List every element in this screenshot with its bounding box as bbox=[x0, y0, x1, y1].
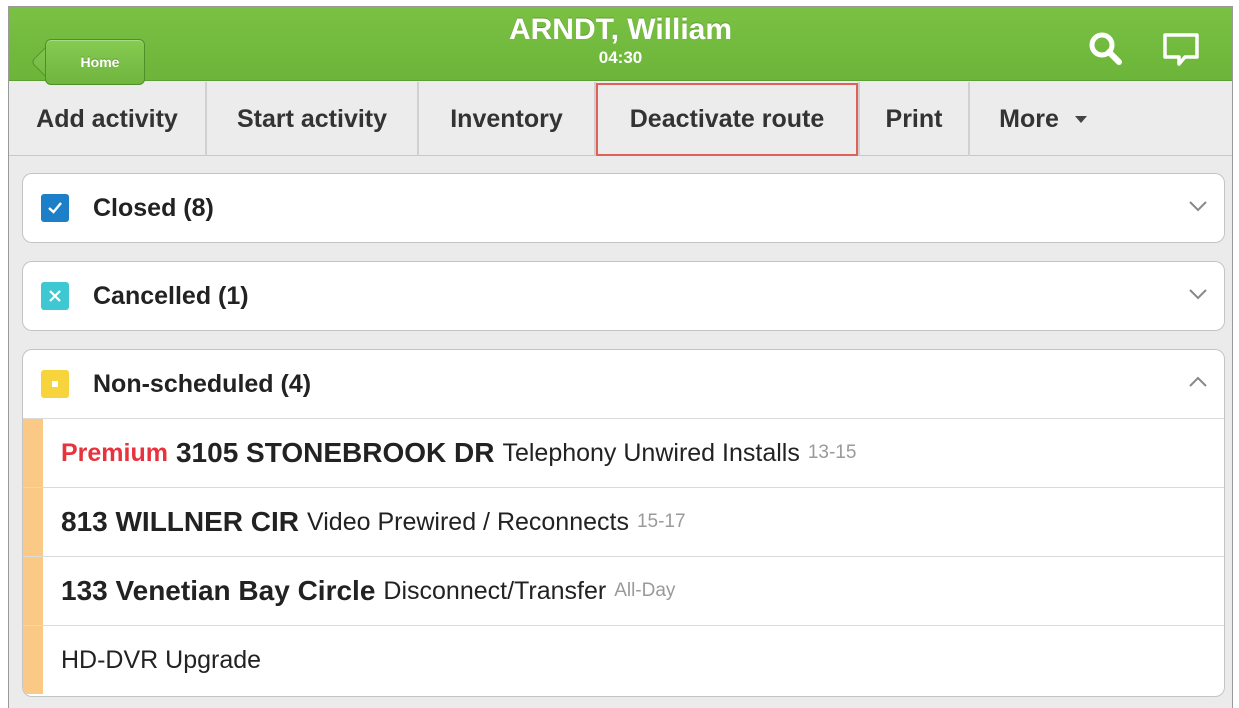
chevron-up-icon[interactable] bbox=[1188, 375, 1208, 389]
section-closed[interactable]: Closed (8) bbox=[22, 173, 1225, 243]
caret-down-icon bbox=[1074, 115, 1087, 123]
check-icon bbox=[41, 194, 69, 222]
section-title: Cancelled (1) bbox=[93, 281, 249, 310]
add-activity-label: Add activity bbox=[36, 104, 178, 133]
square-icon bbox=[41, 370, 69, 398]
page-title: ARNDT, William bbox=[508, 13, 733, 46]
activity-row[interactable]: Premium 3105 STONEBROOK DR Telephony Unw… bbox=[23, 418, 1224, 487]
section-title: Closed (8) bbox=[93, 193, 214, 222]
print-label: Print bbox=[885, 104, 943, 133]
print-button[interactable]: Print bbox=[860, 82, 970, 156]
deactivate-route-label: Deactivate route bbox=[629, 104, 825, 133]
add-activity-button[interactable]: Add activity bbox=[9, 82, 207, 156]
activity-row[interactable]: 813 WILLNER CIR Video Prewired / Reconne… bbox=[23, 487, 1224, 556]
home-button[interactable]: Home bbox=[45, 39, 145, 85]
section-title: Non-scheduled (4) bbox=[93, 369, 312, 398]
activity-address: 133 Venetian Bay Circle bbox=[61, 575, 376, 606]
time-window: 15-17 bbox=[636, 511, 686, 532]
section-header[interactable]: Cancelled (1) bbox=[23, 262, 1224, 330]
chevron-down-icon[interactable] bbox=[1188, 199, 1208, 213]
inventory-button[interactable]: Inventory bbox=[419, 82, 596, 156]
activity-row[interactable]: 133 Venetian Bay Circle Disconnect/Trans… bbox=[23, 556, 1224, 625]
start-activity-label: Start activity bbox=[236, 104, 388, 133]
app-frame: Home ARNDT, William 04:30 Add activity S… bbox=[8, 6, 1233, 708]
time-window: 13-15 bbox=[807, 442, 857, 463]
activity-type: HD-DVR Upgrade bbox=[61, 645, 262, 674]
deactivate-route-button[interactable]: Deactivate route bbox=[596, 82, 860, 156]
activity-address: 813 WILLNER CIR bbox=[61, 506, 300, 537]
action-toolbar: Add activity Start activity Inventory De… bbox=[9, 82, 1232, 156]
header-bar: Home ARNDT, William 04:30 bbox=[9, 7, 1232, 85]
activity-type: Disconnect/Transfer bbox=[383, 576, 607, 605]
home-button-label: Home bbox=[80, 54, 120, 70]
section-non-scheduled: Non-scheduled (4) Premium 3105 STONEBROO… bbox=[22, 349, 1225, 697]
activity-address: 3105 STONEBROOK DR bbox=[175, 437, 495, 468]
start-activity-button[interactable]: Start activity bbox=[207, 82, 419, 156]
priority-label: Premium bbox=[61, 438, 168, 467]
section-cancelled[interactable]: Cancelled (1) bbox=[22, 261, 1225, 331]
time-window: All-Day bbox=[614, 580, 676, 601]
search-icon[interactable] bbox=[1086, 29, 1126, 69]
inventory-label: Inventory bbox=[450, 104, 563, 133]
more-label: More bbox=[999, 104, 1059, 133]
x-icon bbox=[41, 282, 69, 310]
activity-type: Video Prewired / Reconnects bbox=[307, 507, 629, 536]
section-header[interactable]: Non-scheduled (4) bbox=[23, 350, 1224, 418]
more-menu-button[interactable]: More bbox=[970, 82, 1116, 156]
chat-icon[interactable] bbox=[1161, 29, 1201, 69]
activity-type: Telephony Unwired Installs bbox=[502, 438, 800, 467]
time-display: 04:30 bbox=[598, 48, 643, 67]
chevron-down-icon[interactable] bbox=[1188, 287, 1208, 301]
activity-row[interactable]: HD-DVR Upgrade bbox=[23, 625, 1224, 694]
section-header[interactable]: Closed (8) bbox=[23, 174, 1224, 242]
